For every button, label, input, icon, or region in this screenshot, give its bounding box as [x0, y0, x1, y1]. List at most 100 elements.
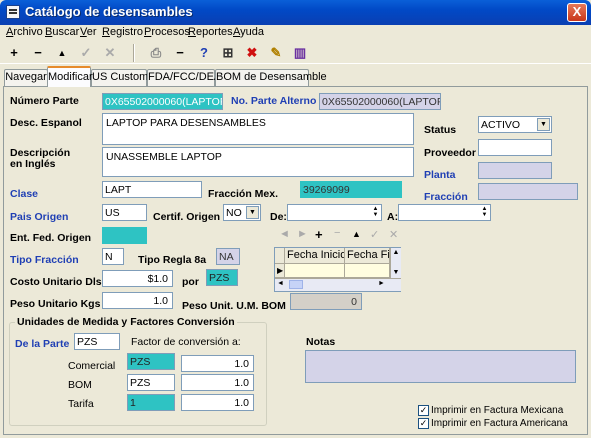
- fraccion-mex-label: Fracción Mex.: [208, 188, 279, 200]
- tarifa-label: Tarifa: [68, 398, 94, 410]
- de-label: De:: [270, 211, 287, 223]
- add-icon[interactable]: +: [6, 45, 22, 61]
- tipo-fraccion-field[interactable]: N: [102, 248, 124, 265]
- notas-label: Notas: [306, 336, 336, 348]
- no-parte-alterno-label: No. Parte Alterno: [231, 95, 317, 107]
- costo-label: Costo Unitario Dls: [10, 276, 102, 288]
- scroll-right-icon[interactable]: ►: [378, 280, 385, 287]
- menu-ayuda[interactable]: Ayuda: [233, 26, 264, 38]
- pais-origen-field[interactable]: US: [102, 204, 147, 221]
- minus-icon[interactable]: −: [172, 45, 188, 61]
- numero-parte-field[interactable]: 0X65502000060(LAPTOP): [102, 93, 223, 110]
- vertical-scrollbar[interactable]: ▲ ▼: [390, 248, 401, 278]
- ent-fed-origen-field[interactable]: [102, 227, 147, 244]
- certif-origen-value: NO: [226, 207, 242, 219]
- factor-label: Factor de conversión a:: [131, 336, 241, 348]
- imprimir-mexicana-checkbox[interactable]: ✓: [418, 405, 429, 416]
- close-button[interactable]: X: [567, 3, 587, 22]
- descripcion-ingles-field[interactable]: UNASSEMBLE LAPTOP: [102, 147, 414, 177]
- pais-origen-label: Pais Origen: [10, 211, 69, 223]
- certif-origen-select[interactable]: NO ▼: [223, 204, 261, 221]
- de-date-field[interactable]: ▲ ▼: [287, 204, 382, 221]
- tarifa-unit-field[interactable]: 1: [127, 394, 175, 411]
- tipo-regla-field[interactable]: NA: [216, 248, 240, 265]
- numero-parte-label: Número Parte: [10, 95, 79, 107]
- tarifa-factor-field[interactable]: 1.0: [181, 394, 254, 411]
- clase-label: Clase: [10, 188, 39, 200]
- por-field[interactable]: PZS: [206, 269, 238, 286]
- scroll-thumb[interactable]: [289, 280, 303, 289]
- bom-factor-field[interactable]: 1.0: [181, 374, 254, 391]
- bom-unit-field[interactable]: PZS: [127, 374, 175, 391]
- window-title: Catálogo de desensambles: [25, 4, 193, 19]
- planta-label: Planta: [424, 169, 456, 181]
- fraccion-field[interactable]: [478, 183, 578, 200]
- tab-fda-fcc-dea[interactable]: FDA/FCC/DEA: [147, 69, 221, 86]
- menu-reportes[interactable]: Reportes: [188, 26, 233, 38]
- costo-field[interactable]: $1.0: [102, 270, 173, 287]
- tipo-fraccion-label: Tipo Fracción: [10, 254, 79, 266]
- notas-field[interactable]: [305, 350, 576, 383]
- menu-buscar[interactable]: Buscar: [45, 26, 79, 38]
- up-row-icon[interactable]: ▲: [352, 229, 361, 239]
- confirm-icon[interactable]: ✓: [78, 45, 94, 61]
- horizontal-scrollbar[interactable]: ◄ ►: [275, 278, 401, 291]
- tree-icon[interactable]: ⊞: [220, 45, 236, 61]
- grid-header-fecha-fin[interactable]: Fecha Fi: [345, 248, 390, 264]
- grid-cell[interactable]: [345, 264, 390, 278]
- desc-espanol-field[interactable]: LAPTOP PARA DESENSAMBLES: [102, 113, 414, 145]
- scroll-left-icon[interactable]: ◄: [277, 280, 284, 287]
- menu-bar: Archivo Buscar Ver Registro Procesos Rep…: [0, 25, 591, 42]
- chevron-down-icon[interactable]: ▼: [537, 118, 550, 131]
- menu-archivo[interactable]: Archivo: [6, 26, 43, 38]
- proveedor-field[interactable]: [478, 139, 552, 156]
- fechas-grid[interactable]: Fecha Inicio Fecha Fi ▶ ▲ ▼ ◄ ►: [274, 247, 401, 292]
- no-parte-alterno-field[interactable]: 0X65502000060(LAPTOP): [319, 93, 441, 110]
- menu-registro[interactable]: Registro: [102, 26, 143, 38]
- bom-label: BOM: [68, 379, 92, 391]
- tab-modificar[interactable]: Modificar: [47, 66, 93, 87]
- help-icon[interactable]: ?: [196, 45, 212, 61]
- tab-navegar[interactable]: Navegar: [4, 69, 48, 86]
- peso-label: Peso Unitario Kgs: [10, 298, 101, 310]
- fraccion-label: Fracción: [424, 191, 468, 203]
- tab-us-customs[interactable]: US Customs: [91, 69, 154, 86]
- remove-row-icon[interactable]: −: [334, 227, 340, 239]
- menu-procesos[interactable]: Procesos: [144, 26, 190, 38]
- grid-cell[interactable]: [285, 264, 345, 278]
- fraccion-mex-field[interactable]: 39269099: [300, 181, 402, 198]
- chart-icon[interactable]: ▥: [292, 45, 308, 61]
- status-value: ACTIVO: [481, 119, 521, 131]
- prev-icon[interactable]: ◄: [279, 228, 290, 240]
- print-icon[interactable]: ⎙: [148, 45, 164, 61]
- next-icon[interactable]: ►: [297, 228, 308, 240]
- comercial-unit-field[interactable]: PZS: [127, 353, 175, 370]
- de-la-parte-field[interactable]: PZS: [74, 333, 120, 350]
- comercial-factor-field[interactable]: 1.0: [181, 355, 254, 372]
- peso-bom-field[interactable]: 0: [290, 293, 362, 310]
- comercial-label: Comercial: [68, 360, 116, 372]
- a-date-field[interactable]: ▲ ▼: [398, 204, 491, 221]
- desc-espanol-label: Desc. Espanol: [10, 117, 82, 129]
- menu-ver[interactable]: Ver: [80, 26, 97, 38]
- delete-icon[interactable]: ✖: [244, 45, 260, 61]
- add-row-icon[interactable]: +: [315, 227, 323, 242]
- peso-bom-label: Peso Unit. U.M. BOM: [182, 300, 286, 312]
- search-icon[interactable]: ✎: [268, 45, 284, 61]
- peso-field[interactable]: 1.0: [102, 292, 173, 309]
- tab-bom-desensamble[interactable]: BOM de Desensamble: [215, 69, 327, 86]
- imprimir-americana-checkbox[interactable]: ✓: [418, 418, 429, 429]
- status-select[interactable]: ACTIVO ▼: [478, 116, 552, 133]
- grid-header-fecha-inicio[interactable]: Fecha Inicio: [285, 248, 345, 264]
- tipo-regla-label: Tipo Regla 8a: [138, 254, 207, 266]
- spinner-icon[interactable]: ▲ ▼: [371, 206, 380, 220]
- cancel-row-icon[interactable]: ✕: [389, 228, 398, 241]
- cancel-icon[interactable]: ✕: [102, 45, 118, 61]
- clase-field[interactable]: LAPT: [102, 181, 202, 198]
- up-icon[interactable]: ▲: [54, 45, 70, 61]
- chevron-down-icon[interactable]: ▼: [246, 206, 259, 219]
- planta-field[interactable]: [478, 162, 552, 179]
- confirm-row-icon[interactable]: ✓: [370, 228, 379, 241]
- spinner-icon[interactable]: ▲ ▼: [480, 206, 489, 220]
- remove-icon[interactable]: −: [30, 45, 46, 61]
